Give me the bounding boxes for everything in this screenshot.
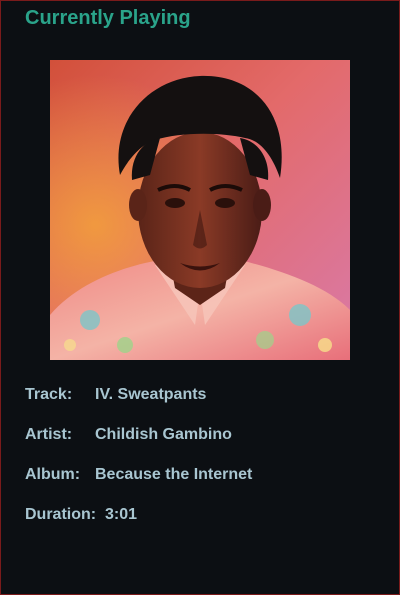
duration-label: Duration:	[25, 506, 97, 523]
track-row: Track: IV. Sweatpants	[25, 386, 206, 404]
artist-row: Artist: Childish Gambino	[25, 426, 232, 444]
artist-value: Childish Gambino	[95, 426, 232, 443]
album-cover-image	[50, 60, 350, 360]
album-value: Because the Internet	[95, 466, 253, 483]
artist-label: Artist:	[25, 426, 73, 443]
track-label: Track:	[25, 386, 73, 403]
page-title: Currently Playing	[25, 7, 191, 29]
album-row: Album: Because the Internet	[25, 466, 252, 484]
now-playing-panel: Currently Playing Track: IV. Sweatpants …	[0, 0, 400, 595]
track-value: IV. Sweatpants	[95, 386, 207, 403]
duration-row: Duration: 3:01	[25, 506, 137, 524]
album-label: Album:	[25, 466, 81, 483]
duration-value: 3:01	[105, 506, 138, 523]
